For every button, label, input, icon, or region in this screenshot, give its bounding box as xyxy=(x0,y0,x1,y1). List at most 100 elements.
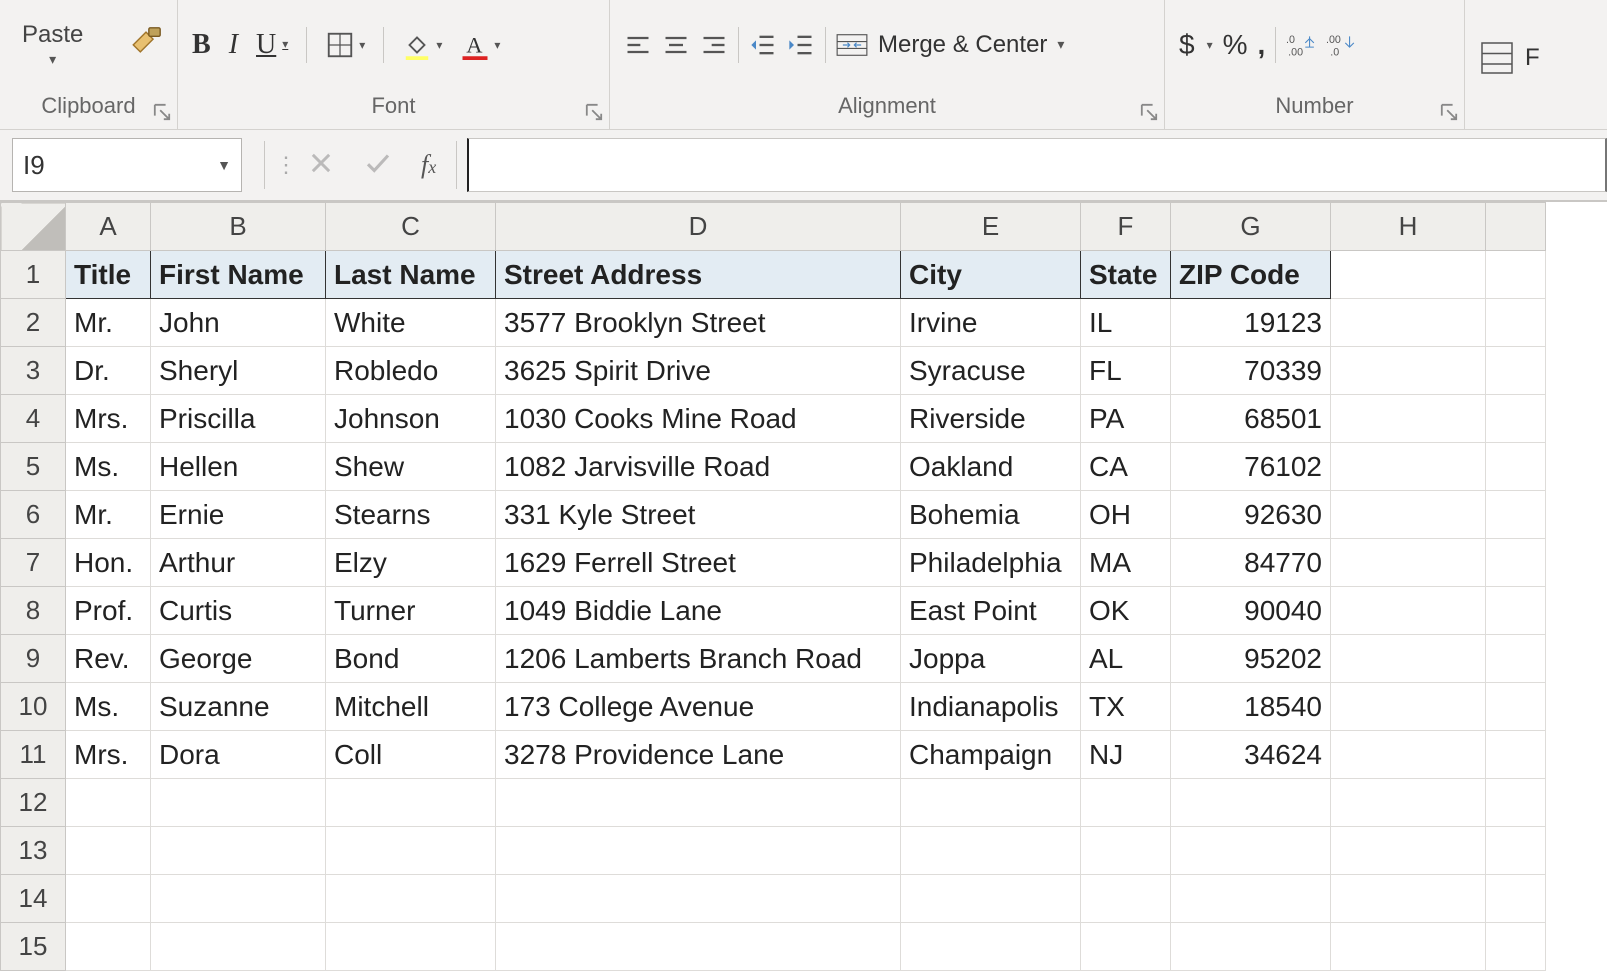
cell[interactable] xyxy=(1331,491,1486,539)
insert-function-button[interactable]: fx xyxy=(421,150,436,180)
cell[interactable]: 1629 Ferrell Street xyxy=(496,539,901,587)
cell[interactable]: Irvine xyxy=(901,299,1081,347)
cell[interactable]: Indianapolis xyxy=(901,683,1081,731)
cell[interactable] xyxy=(1486,683,1546,731)
cell[interactable]: NJ xyxy=(1081,731,1171,779)
cell[interactable]: 92630 xyxy=(1171,491,1331,539)
cell[interactable] xyxy=(326,779,496,827)
cell[interactable] xyxy=(326,875,496,923)
worksheet-grid[interactable]: ABCDEFGH 1TitleFirst NameLast NameStreet… xyxy=(0,202,1607,971)
cell[interactable]: 173 College Avenue xyxy=(496,683,901,731)
cell[interactable]: 3625 Spirit Drive xyxy=(496,347,901,395)
cell[interactable] xyxy=(66,779,151,827)
header-cell[interactable]: ZIP Code xyxy=(1171,251,1331,299)
cell[interactable]: Ms. xyxy=(66,443,151,491)
cell[interactable] xyxy=(1331,539,1486,587)
cell[interactable] xyxy=(901,875,1081,923)
decrease-decimal-button[interactable]: .00.0 xyxy=(1326,30,1356,60)
cell[interactable] xyxy=(1331,779,1486,827)
increase-decimal-button[interactable]: .0.00 xyxy=(1286,30,1316,60)
cell[interactable]: Philadelphia xyxy=(901,539,1081,587)
cell[interactable] xyxy=(1486,635,1546,683)
select-all-corner[interactable] xyxy=(1,203,66,251)
column-header-D[interactable]: D xyxy=(496,203,901,251)
row-header-1[interactable]: 1 xyxy=(1,251,66,299)
cell[interactable] xyxy=(1081,827,1171,875)
cell[interactable] xyxy=(1331,683,1486,731)
cell[interactable] xyxy=(1486,587,1546,635)
number-dialog-launcher-icon[interactable] xyxy=(1440,101,1458,119)
conditional-formatting-icon[interactable] xyxy=(1479,40,1515,76)
cell[interactable]: Hon. xyxy=(66,539,151,587)
cell[interactable] xyxy=(1331,923,1486,971)
cell[interactable]: AL xyxy=(1081,635,1171,683)
cell[interactable]: Sheryl xyxy=(151,347,326,395)
cell[interactable]: Bohemia xyxy=(901,491,1081,539)
cell[interactable] xyxy=(151,875,326,923)
header-cell[interactable]: Last Name xyxy=(326,251,496,299)
row-header-2[interactable]: 2 xyxy=(1,299,66,347)
clipboard-dialog-launcher-icon[interactable] xyxy=(153,101,171,119)
row-header-15[interactable]: 15 xyxy=(1,923,66,971)
format-painter-icon[interactable] xyxy=(129,25,163,64)
increase-indent-button[interactable] xyxy=(787,31,815,59)
cell[interactable] xyxy=(1081,779,1171,827)
cell[interactable] xyxy=(66,875,151,923)
align-left-button[interactable] xyxy=(624,31,652,59)
cell[interactable]: FL xyxy=(1081,347,1171,395)
comma-format-button[interactable]: , xyxy=(1258,29,1266,61)
cell[interactable]: Mr. xyxy=(66,491,151,539)
cell[interactable] xyxy=(1171,827,1331,875)
italic-button[interactable]: I xyxy=(229,29,238,61)
cell[interactable]: Ms. xyxy=(66,683,151,731)
header-cell[interactable]: State xyxy=(1081,251,1171,299)
cell[interactable] xyxy=(901,923,1081,971)
cell[interactable]: IL xyxy=(1081,299,1171,347)
header-cell[interactable]: First Name xyxy=(151,251,326,299)
cell[interactable] xyxy=(1331,395,1486,443)
cell[interactable] xyxy=(1171,779,1331,827)
cell[interactable]: Hellen xyxy=(151,443,326,491)
cell[interactable]: Ernie xyxy=(151,491,326,539)
cell[interactable]: Elzy xyxy=(326,539,496,587)
cell[interactable]: 3577 Brooklyn Street xyxy=(496,299,901,347)
cell[interactable] xyxy=(1331,347,1486,395)
cell[interactable]: Curtis xyxy=(151,587,326,635)
merge-center-button[interactable]: Merge & Center ▾ xyxy=(836,31,1064,59)
cell[interactable] xyxy=(496,827,901,875)
cell[interactable]: Turner xyxy=(326,587,496,635)
cell[interactable] xyxy=(1331,587,1486,635)
cell[interactable] xyxy=(1331,875,1486,923)
cell[interactable] xyxy=(66,923,151,971)
fill-color-button[interactable]: ▾ xyxy=(402,30,442,60)
cell[interactable] xyxy=(1331,635,1486,683)
header-cell[interactable]: City xyxy=(901,251,1081,299)
cell[interactable] xyxy=(1081,923,1171,971)
cell[interactable] xyxy=(1486,539,1546,587)
cell[interactable] xyxy=(1486,779,1546,827)
cell[interactable] xyxy=(66,827,151,875)
cell[interactable] xyxy=(1081,875,1171,923)
cell[interactable]: Shew xyxy=(326,443,496,491)
row-header-13[interactable]: 13 xyxy=(1,827,66,875)
cell[interactable] xyxy=(901,779,1081,827)
cell[interactable]: 1049 Biddie Lane xyxy=(496,587,901,635)
cell[interactable] xyxy=(1486,443,1546,491)
cell[interactable]: 34624 xyxy=(1171,731,1331,779)
cell[interactable] xyxy=(1486,347,1546,395)
cell[interactable] xyxy=(1486,299,1546,347)
name-box-dropdown-icon[interactable]: ▼ xyxy=(217,157,231,173)
cell[interactable] xyxy=(1486,251,1546,299)
borders-button[interactable]: ▾ xyxy=(325,30,365,60)
column-header-E[interactable]: E xyxy=(901,203,1081,251)
cell[interactable]: 331 Kyle Street xyxy=(496,491,901,539)
paste-dropdown[interactable]: ▾ xyxy=(49,51,56,68)
align-right-button[interactable] xyxy=(700,31,728,59)
cell[interactable] xyxy=(151,827,326,875)
font-dialog-launcher-icon[interactable] xyxy=(585,101,603,119)
cancel-formula-button[interactable] xyxy=(307,149,335,182)
cell[interactable] xyxy=(1486,875,1546,923)
cell[interactable] xyxy=(1331,299,1486,347)
cell[interactable]: Dora xyxy=(151,731,326,779)
cell[interactable]: 3278 Providence Lane xyxy=(496,731,901,779)
